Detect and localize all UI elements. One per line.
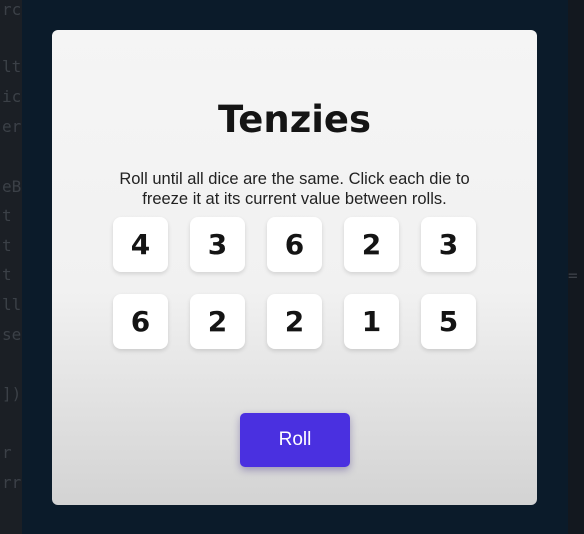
- die-value: 5: [438, 305, 459, 338]
- roll-button[interactable]: Roll: [240, 413, 350, 467]
- die-5[interactable]: 3: [421, 217, 476, 272]
- die-2[interactable]: 3: [190, 217, 245, 272]
- code-fragment: se: [2, 325, 22, 344]
- code-fragment: ic: [2, 87, 22, 106]
- die-value: 3: [207, 228, 228, 261]
- die-8[interactable]: 2: [267, 294, 322, 349]
- die-10[interactable]: 5: [421, 294, 476, 349]
- code-fragment: er: [2, 117, 22, 136]
- instructions-line-1: Roll until all dice are the same. Click …: [119, 170, 470, 188]
- die-1[interactable]: 4: [113, 217, 168, 272]
- code-fragment: t: [2, 265, 12, 284]
- die-3[interactable]: 6: [267, 217, 322, 272]
- die-9[interactable]: 1: [344, 294, 399, 349]
- die-6[interactable]: 6: [113, 294, 168, 349]
- die-value: 2: [284, 305, 305, 338]
- code-fragment: t: [2, 206, 12, 225]
- code-fragment: eB: [2, 177, 22, 196]
- die-4[interactable]: 2: [344, 217, 399, 272]
- code-fragment: ]): [2, 384, 22, 403]
- die-value: 3: [438, 228, 459, 261]
- code-fragment: lt: [2, 57, 22, 76]
- die-value: 1: [361, 305, 382, 338]
- code-fragment: ll: [2, 295, 22, 314]
- die-value: 6: [130, 305, 151, 338]
- tenzies-card: Tenzies Roll until all dice are the same…: [52, 30, 537, 505]
- code-fragment-right: =: [568, 266, 578, 285]
- game-instructions: Roll until all dice are the same. Click …: [82, 169, 507, 209]
- code-fragment: t: [2, 236, 12, 255]
- instructions-line-2: freeze it at its current value between r…: [142, 190, 447, 208]
- die-value: 2: [361, 228, 382, 261]
- die-7[interactable]: 2: [190, 294, 245, 349]
- code-fragment: r: [2, 443, 12, 462]
- die-value: 6: [284, 228, 305, 261]
- code-fragment: rr: [2, 473, 22, 492]
- game-title: Tenzies: [217, 98, 372, 141]
- die-value: 4: [130, 228, 151, 261]
- code-fragment: rc: [2, 0, 22, 19]
- die-value: 2: [207, 305, 228, 338]
